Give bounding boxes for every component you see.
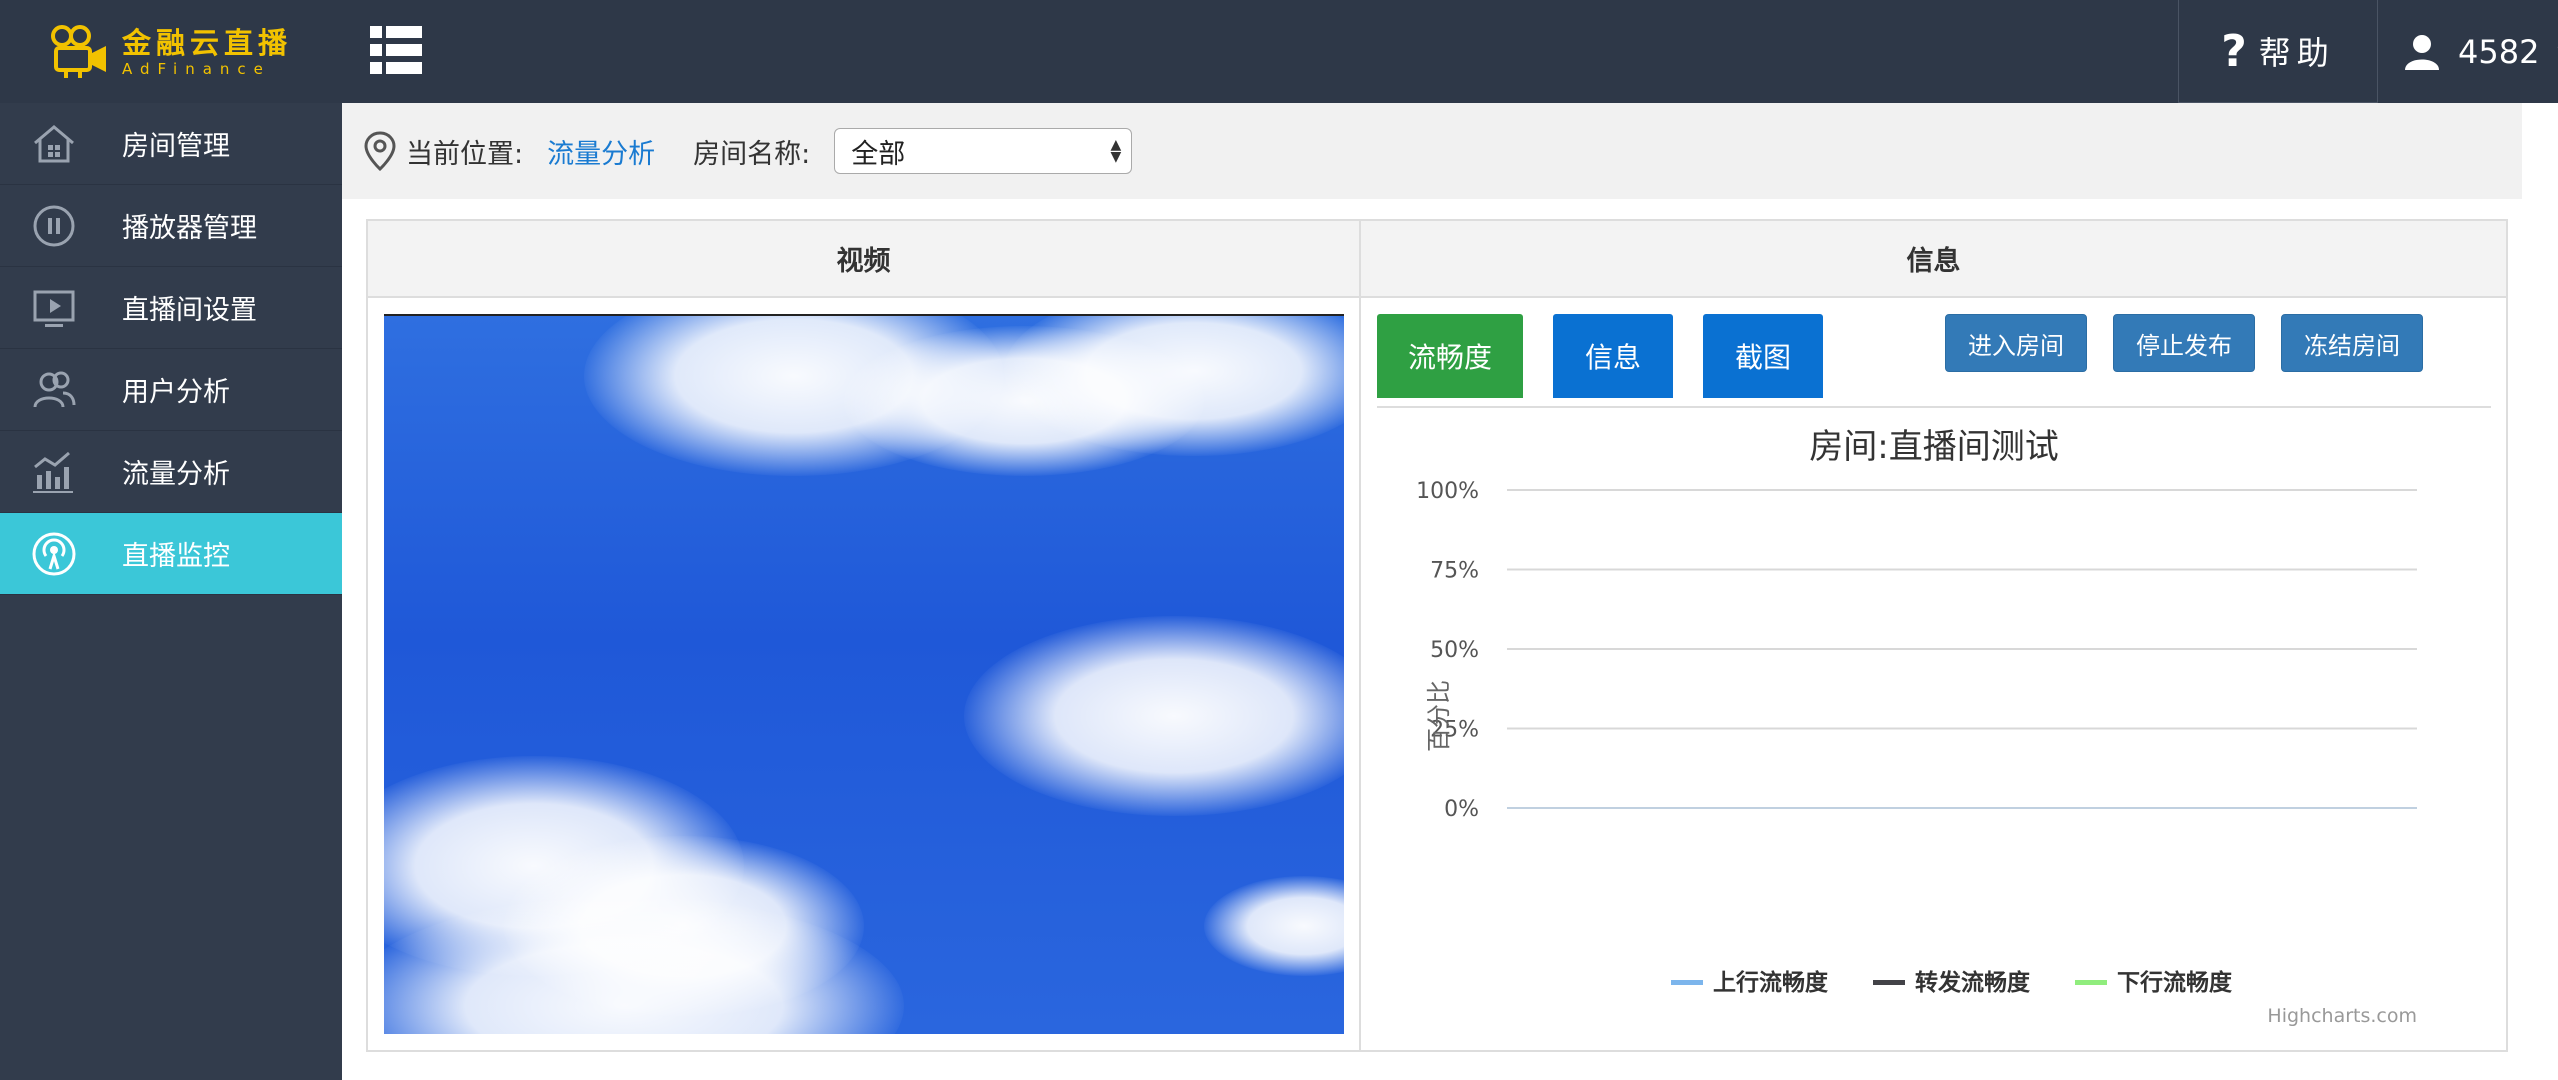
tab-info[interactable]: 信息: [1553, 314, 1673, 398]
legend-item[interactable]: 转发流畅度: [1873, 969, 2031, 996]
room-select[interactable]: 全部 ▲ ▼: [834, 128, 1133, 174]
legend-label: 转发流畅度: [1915, 969, 2031, 996]
video-player[interactable]: [384, 314, 1344, 1034]
stop-publish-button[interactable]: 停止发布: [2113, 314, 2255, 372]
top-bar: ? 帮助 4582: [342, 0, 2558, 103]
sidebar: 金融云直播 AdFinance 房间管理 播放器管理 直播间设置 用户分析 流量: [0, 0, 342, 1080]
y-axis-label: 百分比: [1425, 680, 1453, 752]
room-select-value: 全部: [851, 138, 906, 170]
legend-swatch: [1671, 980, 1703, 985]
logo-title: 金融云直播: [121, 25, 292, 60]
help-label: 帮助: [2258, 34, 2335, 72]
enter-room-button[interactable]: 进入房间: [1945, 314, 2087, 372]
user-menu[interactable]: 4582: [2382, 0, 2558, 103]
legend-item[interactable]: 上行流畅度: [1671, 969, 1829, 996]
y-tick-label: 75%: [1430, 559, 1479, 584]
breadcrumb-prefix: 当前位置:: [406, 138, 524, 170]
tab-divider: [1377, 406, 2491, 408]
fluency-chart: 房间:直播间测试 100%75%50%25%0% 百分比 上行流畅度 转发流畅度下…: [1416, 427, 2417, 1027]
freeze-room-button[interactable]: 冻结房间: [2281, 314, 2423, 372]
header-video: 视频: [368, 221, 1361, 296]
pause-circle-icon: [26, 198, 82, 254]
chart-credits: Highcharts.com: [2267, 1005, 2417, 1027]
header-info: 信息: [1906, 246, 1961, 277]
logo[interactable]: 金融云直播 AdFinance: [0, 0, 342, 103]
list-menu-icon[interactable]: [368, 22, 424, 78]
sidebar-item-live-monitoring[interactable]: 直播监控: [0, 513, 342, 595]
help-button[interactable]: ? 帮助: [2178, 0, 2378, 103]
y-tick-label: 0%: [1444, 797, 1479, 822]
cloud: [964, 616, 1344, 816]
info-cell: 流畅度 信息 截图 进入房间 停止发布 冻结房间 房间:直播间测试 100% 75…: [1361, 298, 2506, 1050]
sidebar-item-label: 播放器管理: [122, 213, 257, 244]
y-tick-label: 100%: [1416, 479, 1479, 504]
info-tabs: 流畅度 信息 截图: [1377, 314, 1823, 398]
sidebar-item-label: 用户分析: [122, 377, 230, 408]
video-cell: [368, 298, 1361, 1050]
bar-chart-icon: [26, 444, 82, 500]
sidebar-item-label: 流量分析: [122, 459, 230, 490]
legend-swatch: [1873, 980, 1905, 985]
cloud: [1204, 876, 1344, 976]
legend-item[interactable]: 下行流畅度: [2075, 969, 2233, 996]
users-icon: [26, 362, 82, 418]
table-row: 流畅度 信息 截图 进入房间 停止发布 冻结房间 房间:直播间测试 100% 75…: [368, 298, 2506, 1050]
house-icon: [26, 116, 82, 172]
sidebar-item-player-management[interactable]: 播放器管理: [0, 185, 342, 267]
legend-label: 下行流畅度: [2117, 969, 2233, 996]
location-pin-icon: [364, 131, 396, 172]
monitor-play-icon: [26, 280, 82, 336]
monitor-table: 视频 信息 流畅度 信息 截图 进入房间 停止发布 冻结房间 房间:直播间测试 …: [366, 219, 2508, 1052]
tab-fluency[interactable]: 流畅度: [1377, 314, 1523, 398]
logo-subtitle: AdFinance: [121, 59, 271, 78]
camera-logo-icon: [50, 24, 106, 78]
select-arrows-icon: ▲ ▼: [1110, 137, 1122, 165]
room-actions: 进入房间 停止发布 冻结房间: [1945, 314, 2423, 372]
tab-screenshot[interactable]: 截图: [1703, 314, 1823, 398]
sidebar-item-label: 房间管理: [122, 131, 230, 162]
sidebar-item-room-management[interactable]: 房间管理: [0, 103, 342, 185]
table-header: 视频 信息: [368, 221, 2506, 298]
sidebar-item-label: 直播间设置: [122, 295, 257, 326]
breadcrumb: 当前位置: 流量分析 房间名称: 全部 ▲ ▼: [342, 103, 2522, 199]
breadcrumb-current[interactable]: 流量分析: [547, 132, 655, 171]
sidebar-item-live-room-settings[interactable]: 直播间设置: [0, 267, 342, 349]
sidebar-item-label: 直播监控: [122, 541, 230, 572]
broadcast-icon: [26, 526, 82, 582]
question-icon: ?: [2221, 25, 2247, 77]
username: 4582: [2458, 32, 2540, 71]
chart-title: 房间:直播间测试: [1809, 427, 2058, 467]
sidebar-item-traffic-analysis[interactable]: 流量分析: [0, 431, 342, 513]
y-tick-label: 50%: [1430, 638, 1479, 663]
legend-label: 上行流畅度: [1713, 969, 1829, 996]
room-name-label: 房间名称:: [693, 138, 811, 170]
user-icon: [2405, 34, 2439, 70]
sidebar-item-user-analysis[interactable]: 用户分析: [0, 349, 342, 431]
legend-swatch: [2075, 980, 2107, 985]
